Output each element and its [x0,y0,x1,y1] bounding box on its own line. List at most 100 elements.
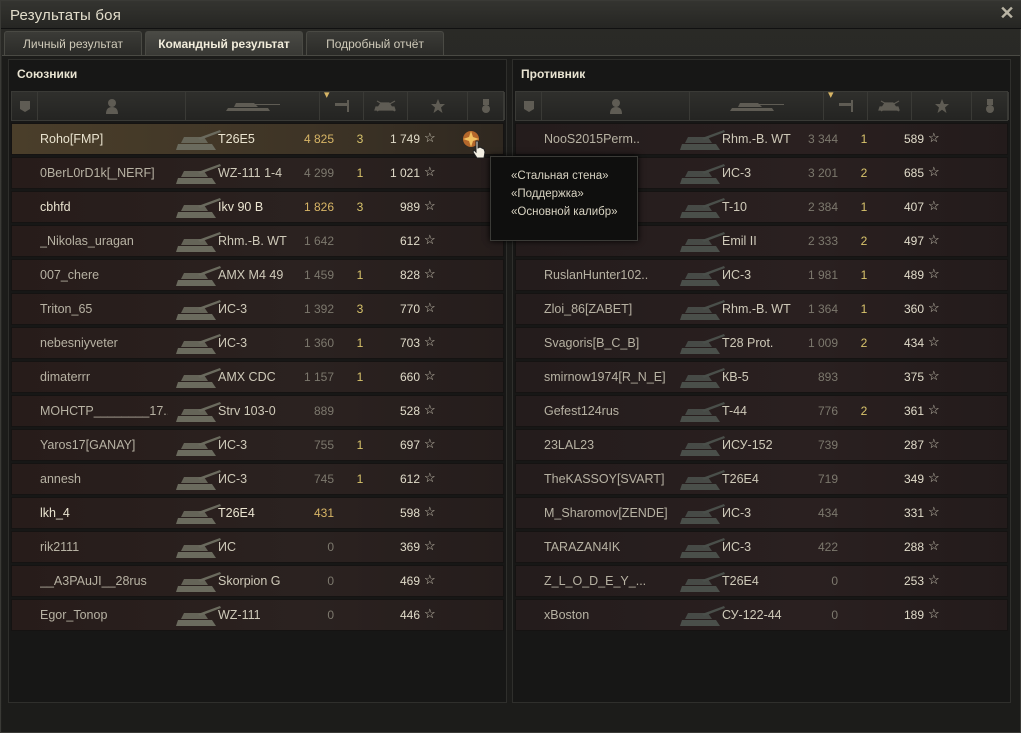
tab-detailed-report[interactable]: Подробный отчёт [306,31,444,55]
squad-header-icon[interactable] [516,92,542,120]
xp-value: 369 [399,540,420,554]
xp-value: 469 [399,574,420,588]
enemy-row[interactable]: RuslanHunter102.. ИС-3 1 981 1 489 ☆ [515,259,1008,291]
damage-header-icon[interactable]: ▾ [320,89,364,120]
enemy-row[interactable]: 23LAL23 ИСУ-152 739 287 ☆ [515,429,1008,461]
ally-row[interactable]: МОНСТР________17.. Strv 103-0 889 528 ☆ [11,395,504,427]
achievements-header-icon[interactable] [972,92,1009,120]
tank-header-icon-svg [729,103,784,111]
squad-header-icon[interactable] [12,92,38,120]
tank-header-icon[interactable] [186,92,320,120]
tooltip-line: «Поддержка» [511,188,584,200]
damage-value: 2 333 [807,234,838,248]
window-title: Результаты боя [10,7,122,24]
player-name[interactable]: RuslanHunter102.. [544,268,672,282]
player-name[interactable]: 23LAL23 [544,438,672,452]
player-name[interactable]: TheKASSOY[SVART] [544,472,672,486]
squad-header-icon-svg [19,101,30,112]
enemy-row[interactable]: Gefest124rus T-44 776 2 361 ☆ [515,395,1008,427]
player-name[interactable]: TARAZAN4IK [544,540,672,554]
player-name[interactable]: rik2111 [40,540,168,554]
xp-star-icon: ☆ [928,470,940,485]
kills-header-icon[interactable] [868,92,912,120]
ally-row[interactable]: annesh ИС-3 745 1 612 ☆ [11,463,504,495]
player-name[interactable]: smirnow1974[R_N_E] [544,370,672,384]
enemy-row[interactable]: NooS2015Perm.. Rhm.-B. WT 3 344 1 589 ☆ [515,123,1008,155]
damage-header-icon[interactable]: ▾ [824,89,868,120]
player-header-icon-svg [105,99,118,114]
ally-row[interactable]: dimaterrr AMX CDC 1 157 1 660 ☆ [11,361,504,393]
kills-value: 2 [860,234,868,248]
player-name[interactable]: Egor_Tonop [40,608,168,622]
tank-icon [172,126,224,154]
player-name[interactable]: Z_L_O_D_E_Y_... [544,574,672,588]
player-name[interactable]: Yaros17[GANAY] [40,438,168,452]
xp-star-icon: ☆ [928,504,940,519]
achievements-header-icon[interactable] [468,92,505,120]
player-name[interactable]: Triton_65 [40,302,168,316]
enemy-row[interactable]: TheKASSOY[SVART] T26E4 719 349 ☆ [515,463,1008,495]
player-name[interactable]: _Nikolas_uragan [40,234,168,248]
player-header-icon[interactable] [542,92,690,120]
damage-value: 431 [313,506,334,520]
damage-header-icon-svg [838,100,853,112]
player-name[interactable]: 0BerL0rD1k[_NERF] [40,166,168,180]
ally-row[interactable]: cbhfd Ikv 90 B 1 826 3 989 ☆ [11,191,504,223]
enemy-row[interactable]: M_Sharomov[ZENDE] ИС-3 434 331 ☆ [515,497,1008,529]
player-name[interactable]: __A3PAuJI__28rus [40,574,168,588]
player-name[interactable]: dimaterrr [40,370,168,384]
tank-icon [172,228,224,256]
player-header-icon[interactable] [38,92,186,120]
tank-icon [172,160,224,188]
player-name[interactable]: nebesniyveter [40,336,168,350]
ally-row[interactable]: Yaros17[GANAY] ИС-3 755 1 697 ☆ [11,429,504,461]
kills-value: 3 [356,200,364,214]
enemy-row[interactable]: TARAZAN4IK ИС-3 422 288 ☆ [515,531,1008,563]
player-name[interactable]: Gefest124rus [544,404,672,418]
player-name[interactable]: Svagoris[B_C_B] [544,336,672,350]
player-name[interactable]: lkh_4 [40,506,168,520]
player-name[interactable]: 007_chere [40,268,168,282]
player-name[interactable]: Zloi_86[ZABET] [544,302,672,316]
ally-row[interactable]: Egor_Tonop WZ-111 0 446 ☆ [11,599,504,631]
tank-icon [676,194,728,222]
player-name[interactable]: annesh [40,472,168,486]
ally-row[interactable]: Triton_65 ИС-3 1 392 3 770 ☆ [11,293,504,325]
kills-header-icon[interactable] [364,92,408,120]
xp-header-icon[interactable] [408,92,468,120]
ally-row[interactable]: Roho[FMP] T26E5 4 825 3 1 749 ☆ [11,123,504,155]
tank-header-icon[interactable] [690,92,824,120]
ally-row[interactable]: nebesniyveter ИС-3 1 360 1 703 ☆ [11,327,504,359]
ally-row[interactable]: 007_chere AMX M4 49 1 459 1 828 ☆ [11,259,504,291]
xp-value: 497 [903,234,924,248]
enemy-row[interactable]: xBoston СУ-122-44 0 189 ☆ [515,599,1008,631]
kills-header-icon-svg [373,100,396,112]
enemy-row[interactable]: Svagoris[B_C_B] T28 Prot. 1 009 2 434 ☆ [515,327,1008,359]
title-bar: Результаты боя ✕ [1,1,1021,29]
ally-row[interactable]: lkh_4 T26E4 431 598 ☆ [11,497,504,529]
tab-team-result[interactable]: Командный результат [145,31,303,55]
player-name[interactable]: NooS2015Perm.. [544,132,672,146]
player-name[interactable]: МОНСТР________17.. [40,404,168,418]
xp-value: 434 [903,336,924,350]
ally-row[interactable]: _Nikolas_uragan Rhm.-B. WT 1 642 612 ☆ [11,225,504,257]
player-name[interactable]: xBoston [544,608,672,622]
close-icon[interactable]: ✕ [998,4,1016,22]
ally-row[interactable]: __A3PAuJI__28rus Skorpion G 0 469 ☆ [11,565,504,597]
xp-header-icon[interactable] [912,92,972,120]
ally-row[interactable]: rik2111 ИС 0 369 ☆ [11,531,504,563]
xp-value: 288 [903,540,924,554]
enemy-row[interactable]: smirnow1974[R_N_E] КВ-5 893 375 ☆ [515,361,1008,393]
player-name[interactable]: cbhfd [40,200,168,214]
damage-value: 893 [817,370,838,384]
enemy-row[interactable]: Zloi_86[ZABET] Rhm.-B. WT 1 364 1 360 ☆ [515,293,1008,325]
ally-row[interactable]: 0BerL0rD1k[_NERF] WZ-111 1-4 4 299 1 1 021 ☆ [11,157,504,189]
tab-personal-result[interactable]: Личный результат [4,31,142,55]
xp-star-icon: ☆ [424,198,436,213]
xp-value: 612 [399,234,420,248]
player-name[interactable]: Roho[FMP] [40,132,168,146]
xp-star-icon: ☆ [424,368,436,383]
player-name[interactable]: M_Sharomov[ZENDE] [544,506,672,520]
enemy-row[interactable]: Z_L_O_D_E_Y_... T26E4 0 253 ☆ [515,565,1008,597]
tank-icon [172,398,224,426]
